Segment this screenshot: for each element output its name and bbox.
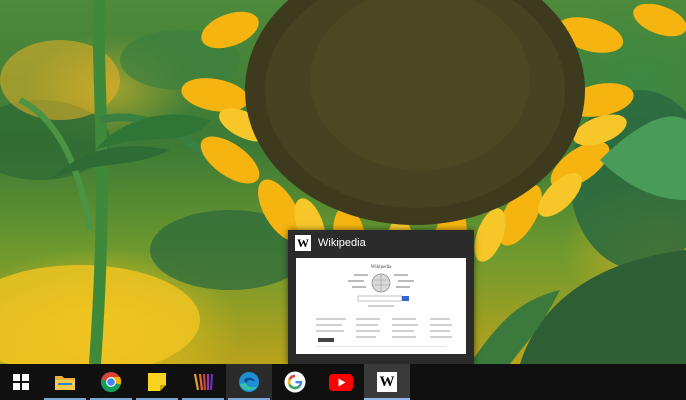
youtube-icon <box>329 373 353 391</box>
google-icon <box>284 371 306 393</box>
start-button[interactable] <box>0 364 42 400</box>
edge-icon <box>239 372 259 392</box>
wikipedia-window-preview[interactable]: W Wikipedia Wikipedia <box>288 230 474 364</box>
windows-logo-icon <box>13 374 29 390</box>
folder-icon <box>55 376 75 390</box>
taskbar-youtube[interactable] <box>318 364 364 400</box>
preview-header: W Wikipedia <box>288 230 474 256</box>
taskbar: W <box>0 364 686 400</box>
taskbar-wikipedia[interactable]: W <box>364 364 410 400</box>
preview-page-thumbnail[interactable]: Wikipedia <box>296 258 466 354</box>
taskbar-wacom[interactable] <box>180 364 226 400</box>
taskbar-google[interactable] <box>272 364 318 400</box>
page-heading: Wikipedia <box>371 265 392 270</box>
chrome-icon <box>101 372 122 393</box>
wikipedia-page-miniature: Wikipedia <box>296 258 466 354</box>
taskbar-file-explorer[interactable] <box>42 364 88 400</box>
wacom-icon <box>193 373 214 391</box>
taskbar-edge[interactable] <box>226 364 272 400</box>
wikipedia-icon: W <box>295 235 311 251</box>
taskbar-chrome[interactable] <box>88 364 134 400</box>
wikipedia-icon: W <box>377 372 397 392</box>
taskbar-sticky-notes[interactable] <box>134 364 180 400</box>
preview-title: Wikipedia <box>318 237 366 249</box>
sticky-notes-icon <box>148 373 166 391</box>
